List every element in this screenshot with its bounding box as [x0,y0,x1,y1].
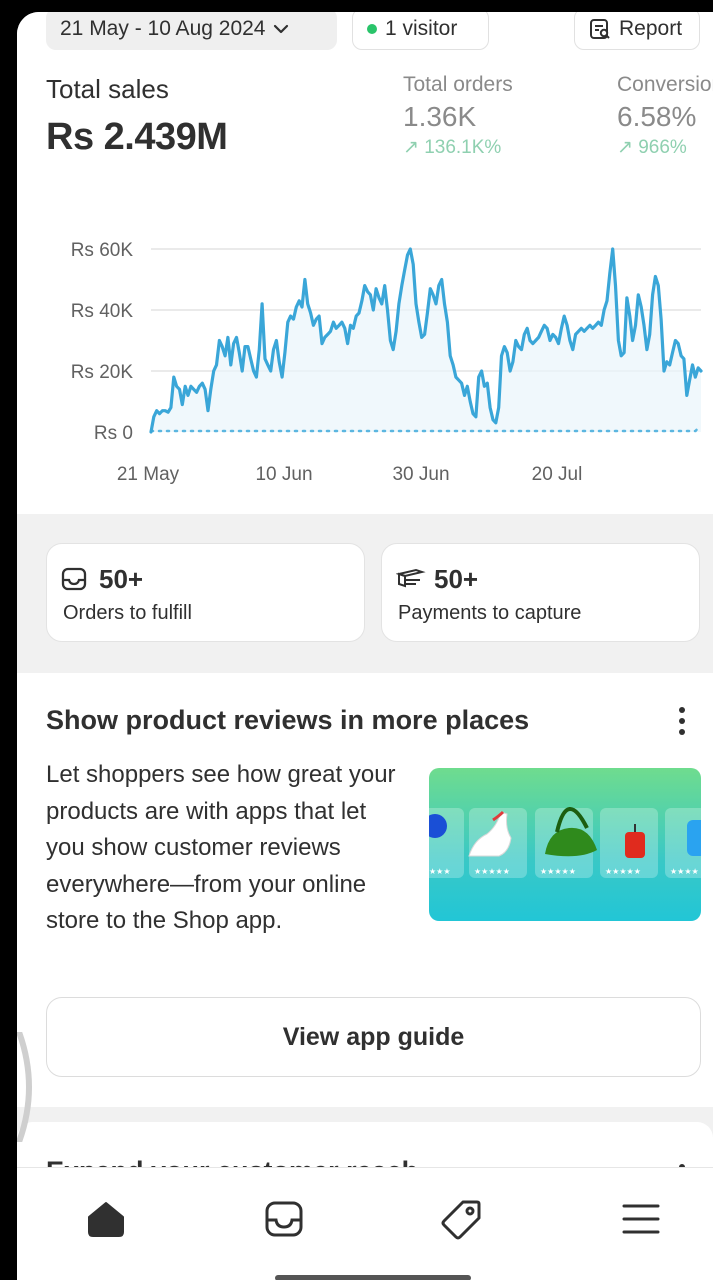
svg-text:★★★★★: ★★★★★ [605,867,641,876]
svg-text:★★★★★: ★★★★★ [474,867,510,876]
total-sales-label: Total sales [46,74,169,104]
product-reviews-illustration: ★★★ ★★★★★ ★★★★★ ★★★★★ ★★★★ [429,768,701,921]
svg-text:★★★: ★★★ [429,867,451,876]
x-tick-label: 10 Jun [255,464,312,485]
bottom-navigation [17,1167,713,1280]
live-status-dot [367,24,377,34]
orders-count: 50+ [99,564,144,594]
date-range-label: 21 May - 10 Aug 2024 [60,17,266,40]
x-tick-label: 21 May [117,464,180,485]
view-app-guide-button[interactable]: View app guide [46,997,701,1077]
total-orders-value: 1.36K [403,101,477,132]
visitors-label: 1 visitor [385,17,458,40]
home-indicator [275,1275,471,1280]
reviews-card-body: Let shoppers see how great your products… [46,761,396,934]
edge-swipe-handle-icon [17,1032,32,1142]
total-orders-label: Total orders [403,73,513,96]
analytics-panel: 21 May - 10 Aug 2024 1 visitor Report To… [17,12,713,514]
payments-to-capture-card[interactable]: 50+ Payments to capture [381,543,700,642]
total-orders-delta: ↗ 136.1K% [403,137,502,158]
nav-menu[interactable] [617,1195,665,1243]
orders-to-fulfill-card[interactable]: 50+ Orders to fulfill [46,543,365,642]
nav-home[interactable] [82,1195,130,1243]
trend-up-icon: ↗ [403,137,419,158]
conversion-delta: ↗ 966% [617,137,687,158]
hamburger-menu-icon [622,1204,660,1234]
product-reviews-card: Show product reviews in more places Let … [17,673,713,1107]
y-tick-label: Rs 0 [94,423,133,444]
trend-up-icon: ↗ [617,137,633,158]
y-tick-label: Rs 40K [71,301,134,322]
inbox-icon [61,567,87,591]
x-tick-label: 20 Jul [532,464,583,485]
report-icon [590,19,610,39]
chevron-down-icon [274,24,289,34]
y-tick-label: Rs 60K [71,240,134,261]
report-button[interactable]: Report [574,12,700,50]
inbox-icon [265,1201,303,1237]
payments-label: Payments to capture [398,602,582,624]
total-sales-value: Rs 2.439M [46,116,228,158]
nav-orders[interactable] [260,1195,308,1243]
live-visitors-button[interactable]: 1 visitor [352,12,489,50]
conversion-value: 6.58% [617,101,697,132]
payments-count: 50+ [434,564,479,594]
date-range-button[interactable]: 21 May - 10 Aug 2024 [46,12,337,50]
report-label: Report [619,17,683,40]
y-tick-label: Rs 20K [71,362,134,383]
home-icon [88,1202,124,1237]
conversion-label: Conversion [617,73,713,96]
app-screen: 21 May - 10 Aug 2024 1 visitor Report To… [17,12,713,1280]
payments-icon [396,568,426,588]
reviews-card-title: Show product reviews in more places [46,705,530,735]
orders-label: Orders to fulfill [63,602,192,624]
x-tick-label: 30 Jun [392,464,449,485]
nav-products[interactable] [438,1195,486,1243]
more-options-icon[interactable] [679,707,687,740]
svg-text:★★★★★: ★★★★★ [540,867,576,876]
sales-line-chart[interactable]: Rs 60K Rs 40K Rs 20K Rs 0 21 May 10 Jun 30 Ju… [17,212,713,502]
tag-icon [441,1200,481,1240]
svg-text:★★★★: ★★★★ [670,867,699,876]
